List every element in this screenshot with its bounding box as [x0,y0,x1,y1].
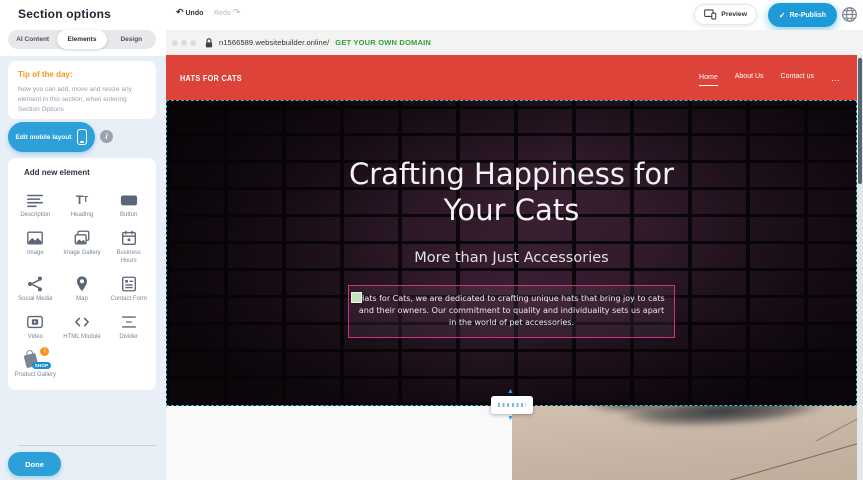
hero-section[interactable]: Crafting Happiness for Your Cats More th… [166,100,857,406]
undo-icon: ↶ [176,7,184,17]
premium-badge-icon: ! [40,347,49,356]
republish-button[interactable]: ✓ Re-Publish [768,3,837,27]
resize-up-arrow-icon: ▲ [507,388,514,395]
element-drag-handle[interactable] [351,292,362,303]
preview-button[interactable]: Preview [694,4,757,25]
editor-topbar: ↶ Undo Redo ↷ Preview ✓ Re-Publish [166,0,863,30]
app-window: Section options AI Content Elements Desi… [0,0,863,480]
nav-more-icon[interactable]: … [831,73,841,83]
image-gallery-icon [73,229,91,247]
element-item-heading[interactable]: TT Heading [59,186,106,219]
scrollbar-thumb[interactable] [858,58,862,184]
resize-grip-icon [498,403,526,407]
site-preview: n1566589.websitebuilder.online/ GET YOUR… [166,30,863,480]
page-title: Section options [18,7,111,21]
undo-button[interactable]: ↶ Undo [176,7,203,18]
browser-dots-icon [172,40,196,46]
site-logo[interactable]: HATS FOR CATS [180,73,242,83]
tip-of-the-day-card: Tip of the day: Now you can add, move an… [8,61,156,119]
add-element-card: Add new element Description TT Heading [8,158,156,390]
get-domain-link[interactable]: GET YOUR OWN DOMAIN [335,38,431,47]
tip-body: Now you can add, move and resize any ele… [18,85,146,114]
element-item-business-hours[interactable]: Business Hours [105,224,152,265]
element-item-product-gallery[interactable]: ! SHOP Product Gallery [12,346,59,379]
element-item-video[interactable]: Video [12,308,59,341]
cat-shadow-small [582,406,672,414]
tab-ai-content[interactable]: AI Content [8,30,57,49]
element-item-html-module[interactable]: HTML Module [59,308,106,341]
element-item-button[interactable]: Button [105,186,152,219]
site-url: n1566589.websitebuilder.online/ [219,38,329,47]
edit-mobile-layout-label: Edit mobile layout [16,134,72,141]
floor-crack-line [715,440,857,480]
phone-icon [77,129,87,145]
panel-header: Section options AI Content Elements Desi… [0,0,166,56]
concrete-image [512,406,857,480]
element-grid: Description TT Heading Button Ima [12,186,152,380]
element-item-description[interactable]: Description [12,186,59,219]
redo-button[interactable]: Redo ↷ [214,7,240,18]
button-icon [120,191,138,209]
add-element-title: Add new element [24,168,90,177]
devices-icon [704,9,717,20]
nav-contact-us[interactable]: Contact us [781,73,814,82]
map-pin-icon [73,275,91,293]
site-viewport: HATS FOR CATS Home About Us Contact us …… [166,55,863,480]
nav-home[interactable]: Home [699,74,718,86]
nav-about-us[interactable]: About Us [735,73,764,82]
hero-body-text: Hats for Cats, we are dedicated to craft… [358,294,664,328]
element-item-image-gallery[interactable]: Image Gallery [59,224,106,265]
lock-icon [204,37,214,49]
hero-subheading[interactable]: More than Just Accessories [166,250,857,266]
info-icon[interactable]: i [100,130,113,143]
preview-scrollbar [857,55,863,480]
site-header: HATS FOR CATS Home About Us Contact us … [166,55,857,100]
element-item-divider[interactable]: Divider [105,308,152,341]
description-icon [26,191,44,209]
done-button[interactable]: Done [8,452,61,476]
redo-icon: ↷ [233,7,241,17]
element-item-contact-form[interactable]: Contact Form [105,270,152,303]
tab-elements[interactable]: Elements [57,30,106,49]
business-hours-icon [120,229,138,247]
language-globe-icon[interactable] [841,6,858,23]
panel-tabs: AI Content Elements Design [8,30,156,49]
section-options-panel: Section options AI Content Elements Desi… [0,0,166,480]
social-media-icon [26,275,44,293]
check-icon: ✓ [779,11,786,20]
video-icon [26,313,44,331]
hero-text-box[interactable]: Hats for Cats, we are dedicated to craft… [348,285,675,338]
resize-down-arrow-icon: ▼ [507,415,514,422]
browser-bar: n1566589.websitebuilder.online/ GET YOUR… [166,30,863,55]
product-gallery-icon: ! SHOP [23,351,47,369]
shop-badge: SHOP [32,362,52,369]
image-icon [26,229,44,247]
html-module-icon [73,313,91,331]
tip-title: Tip of the day: [18,70,73,79]
element-item-map[interactable]: Map [59,270,106,303]
edit-mobile-layout-button[interactable]: Edit mobile layout [8,122,95,152]
hero-heading[interactable]: Crafting Happiness for Your Cats [317,156,707,229]
tab-design[interactable]: Design [107,30,156,49]
contact-form-icon [120,275,138,293]
element-item-social-media[interactable]: Social Media [12,270,59,303]
panel-divider [18,445,156,446]
element-item-image[interactable]: Image [12,224,59,265]
divider-icon [120,313,138,331]
site-nav: Home About Us Contact us … [699,55,841,100]
heading-icon: TT [76,191,88,209]
section-resize-handle[interactable]: ▲ ▼ [491,396,533,414]
